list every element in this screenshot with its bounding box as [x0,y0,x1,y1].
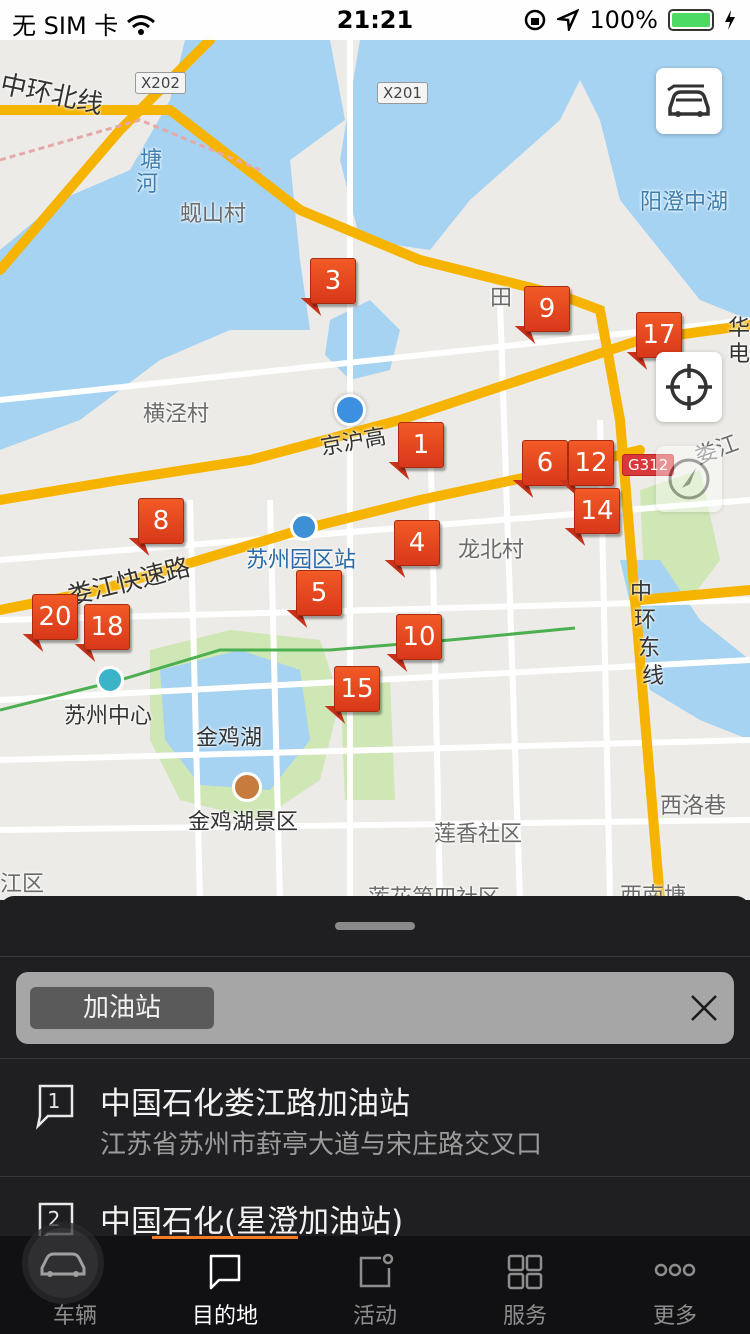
more-icon [654,1263,696,1277]
road-shield: X202 [135,72,186,94]
map-label: 田 [490,286,513,311]
app-root: X202 X201 G312 中环北线 塘 河 蚬山村 阳澄中湖 田 华 电 横… [0,0,750,1334]
tab-destination[interactable]: 目的地 [150,1236,300,1334]
divider [0,956,750,957]
tab-label: 车辆 [52,1304,97,1329]
map-label: 线 [642,664,665,689]
station-marker[interactable]: 3 [300,258,356,318]
compass-button[interactable] [656,446,722,512]
status-right: 100% [523,6,736,34]
current-location-dot [334,394,366,426]
locate-icon [666,364,712,410]
station-marker[interactable]: 15 [324,666,380,726]
battery-percent: 100% [589,6,658,34]
battery-icon [668,9,714,31]
road-shield: X201 [377,82,428,104]
tab-label: 目的地 [191,1304,258,1329]
charging-icon [725,10,735,30]
tab-bar: 车辆 目的地 活动 服务 更多 [0,1236,750,1334]
map-view[interactable]: X202 X201 G312 中环北线 塘 河 蚬山村 阳澄中湖 田 华 电 横… [0,0,750,900]
vehicle-floating-button[interactable] [22,1222,104,1304]
car-view-icon [667,84,710,117]
sheet-handle[interactable] [335,922,415,930]
search-chip[interactable]: 加油站 [30,987,214,1029]
result-index: 1 [47,1089,61,1113]
station-marker[interactable]: 20 [22,594,78,654]
map-label: 横泾村 [143,402,210,427]
map-label: 苏州中心 [64,704,153,729]
map-label: 西洛巷 [660,794,727,819]
map-label: 龙北村 [458,538,525,563]
station-marker[interactable]: 1 [388,422,444,482]
destination-icon [209,1254,241,1290]
map-label: 河 [136,172,159,197]
tab-label: 活动 [352,1304,397,1329]
location-arrow-icon [557,9,580,31]
station-marker[interactable]: 5 [286,570,342,630]
divider [0,1176,750,1177]
activity-icon [359,1253,394,1288]
tab-service[interactable]: 服务 [450,1236,600,1334]
metro-station-icon [290,513,318,541]
result-item[interactable]: 1 中国石化娄江路加油站 江苏省苏州市葑亭大道与宋庄路交叉口 [0,1060,750,1178]
station-marker[interactable]: 9 [514,286,570,346]
car-view-button[interactable] [656,68,722,134]
status-bar: 无 SIM 卡 21:21 100% [0,0,750,40]
tab-more[interactable]: 更多 [600,1236,750,1334]
map-label: 金鸡湖景区 [188,810,299,835]
orientation-lock-icon [525,9,546,31]
map-label: 江区 [0,872,45,897]
car-icon [40,1252,86,1277]
result-index-icon: 1 [34,1082,78,1130]
active-tab-indicator [152,1236,298,1239]
grid-icon [507,1254,543,1290]
results-sheet: 加油站 1 中国石化娄江路加油站 江苏省苏州市葑亭大道与宋庄路交叉口 2 中国石… [0,896,750,1248]
station-marker[interactable]: 4 [384,520,440,580]
compass-icon [668,458,710,500]
tab-activity[interactable]: 活动 [300,1236,450,1334]
map-label: 阳澄中湖 [640,190,729,215]
station-marker[interactable]: 6 [512,440,568,500]
station-marker[interactable]: 18 [74,604,130,664]
result-address: 江苏省苏州市葑亭大道与宋庄路交叉口 [100,1130,543,1160]
close-icon[interactable] [682,986,726,1030]
station-marker[interactable]: 8 [128,498,184,558]
tab-label: 服务 [502,1304,547,1329]
scenic-spot-icon [232,772,262,802]
map-label: 莲香社区 [434,822,523,847]
landmark-icon [96,666,124,694]
result-name: 中国石化娄江路加油站 [100,1086,410,1122]
divider [0,1058,750,1059]
tab-label: 更多 [652,1304,697,1329]
map-label: 电 [728,342,750,367]
station-marker[interactable]: 14 [564,488,620,548]
result-name: 中国石化(星澄加油站) [100,1204,404,1240]
locate-button[interactable] [656,352,722,422]
station-marker[interactable]: 10 [386,614,442,674]
search-bar[interactable]: 加油站 [16,972,734,1044]
map-label: 蚬山村 [180,202,247,227]
map-label: 金鸡湖 [196,726,263,751]
